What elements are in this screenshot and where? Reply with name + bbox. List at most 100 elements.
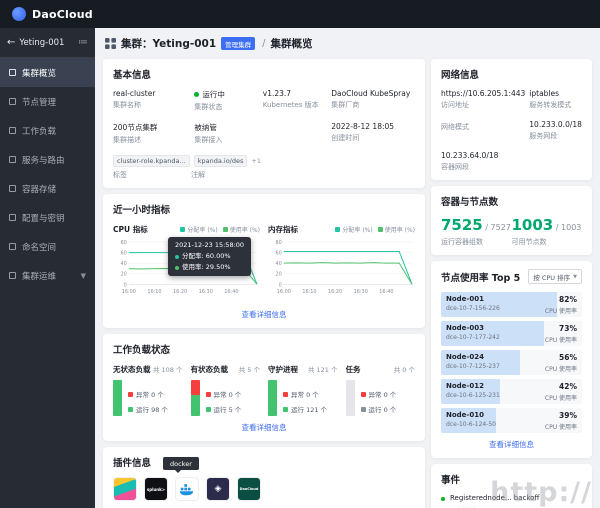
svg-text:16:30: 16:30 — [354, 289, 368, 295]
workload-status-card: 工作负载状态 无状态负载共 108 个异常 0 个运行 98 个有状态负载共 5… — [103, 334, 425, 441]
sidebar-item-label: 节点管理 — [22, 96, 56, 108]
memory-chart[interactable]: 内存指标分配率 (%)使用率 (%)02040608016:0016:1016:… — [268, 224, 415, 303]
count-label: 运行容器组数 — [441, 237, 512, 247]
sidebar-item[interactable]: 集群概览 — [0, 58, 95, 87]
node-usage-row[interactable]: Node-010dce-10-6-124-5039%CPU 使用率 — [441, 408, 582, 433]
workload-stat: 异常 0 个 — [283, 389, 327, 399]
sort-select[interactable]: 按 CPU 排序 ▼ — [528, 269, 582, 284]
workload-total: 共 108 个 — [153, 364, 183, 374]
node-name: Node-010 — [446, 411, 496, 419]
tag-chip: cluster-role.kpanda... — [113, 155, 190, 167]
info-cell: DaoCloud KubeSpray集群厂商 — [331, 89, 415, 112]
docker-plugin-icon[interactable] — [175, 477, 199, 501]
node-usage-pct: 73% — [545, 324, 577, 333]
info-cell: iptables服务转发模式 — [529, 89, 582, 110]
top5-detail-link[interactable]: 查看详细信息 — [441, 439, 582, 450]
chart-header: 内存指标分配率 (%)使用率 (%) — [268, 224, 415, 235]
info-label: 访问地址 — [441, 100, 525, 110]
node-usage-pct: 82% — [545, 295, 577, 304]
sidebar: ← Yeting-001 ≔ 集群概览节点管理工作负载服务与路由容器存储配置与密… — [0, 28, 95, 508]
status-dot — [206, 407, 211, 412]
sidebar-item[interactable]: 服务与路由 — [0, 145, 95, 174]
workload-bar — [268, 380, 277, 416]
breadcrumb-current: 集群概览 — [271, 36, 313, 51]
tag-chip: kpanda.io/des — [194, 155, 248, 167]
sort-select-value: 按 CPU 排序 — [533, 272, 570, 282]
chart-tooltip: 2021-12-23 15:58:00分配率: 60.00%使用率: 29.50… — [168, 237, 251, 276]
info-label: 集群名称 — [113, 100, 190, 110]
elastic-plugin-icon[interactable] — [113, 477, 137, 501]
managed-cluster-badge: 管理集群 — [221, 37, 255, 50]
sidebar-item[interactable]: 命名空间 — [0, 232, 95, 261]
tooltip-row: 使用率: 29.50% — [175, 262, 244, 273]
info-label: 集群描述 — [113, 135, 190, 145]
legend-item: 使用率 (%) — [223, 225, 260, 234]
info-cell: 被纳管集群接入 — [194, 122, 258, 145]
workload-stat: 运行 0 个 — [361, 404, 397, 414]
main-content: 集群：Yeting-001 管理集群 / 集群概览 基本信息 real-clus… — [95, 28, 600, 508]
cluster-icon — [105, 38, 116, 49]
sidebar-item[interactable]: 配置与密钥 — [0, 203, 95, 232]
info-value: 200节点集群 — [113, 122, 190, 133]
splunk-plugin-icon[interactable]: splunk> — [144, 477, 168, 501]
counts-row: 7525 / 7527运行容器组数1003 / 1003可用节点数 — [441, 216, 582, 247]
node-ip: dce-10-6-125-231 — [446, 392, 500, 399]
info-cell: real-cluster集群名称 — [113, 89, 190, 112]
brand-name: DaoCloud — [32, 8, 93, 21]
sidebar-item[interactable]: 容器存储 — [0, 174, 95, 203]
card-title: 基本信息 — [113, 67, 415, 81]
daocloud-logo-icon — [12, 7, 26, 21]
info-label: 集群状态 — [194, 102, 258, 112]
topbar: DaoCloud — [0, 0, 600, 28]
node-usage-pct: 39% — [545, 411, 577, 420]
info-cell: 10.233.0.0/18服务网段 — [529, 120, 582, 141]
workload-detail-link[interactable]: 查看详细信息 — [113, 422, 415, 433]
workload-name: 守护进程 — [268, 364, 298, 375]
network-info-card: 网络信息 https://10.6.205.1:443访问地址iptables服… — [431, 59, 592, 180]
sidebar-item[interactable]: 工作负载 — [0, 116, 95, 145]
node-usage-row[interactable]: Node-024dce-10-7-125-23756%CPU 使用率 — [441, 350, 582, 375]
info-cell: v1.23.7Kubernetes 版本 — [263, 89, 327, 112]
plugins-card: 插件信息 splunk>◈DaoClouddocker 查看详细信息 — [103, 447, 425, 508]
sidebar-item-label: 命名空间 — [22, 241, 56, 253]
sidebar-collapse-icon[interactable]: ≔ — [78, 37, 88, 48]
tags-label: 标签 — [113, 170, 127, 180]
workload-grid: 无状态负载共 108 个异常 0 个运行 98 个有状态负载共 5 个异常 0 … — [113, 364, 415, 416]
info-label: 集群接入 — [194, 135, 258, 145]
tags-more-count: +1 — [251, 157, 261, 165]
node-name: Node-003 — [446, 324, 500, 332]
sidebar-item[interactable]: 集群运维▼ — [0, 261, 95, 290]
annotations-label: 注解 — [191, 170, 205, 180]
chart-legend: 分配率 (%) 使用率 (%) — [180, 225, 260, 234]
menu-item-icon — [9, 272, 16, 279]
status-dot — [361, 392, 366, 397]
node-usage-row[interactable]: Node-003dce-10-7-177-24273%CPU 使用率 — [441, 321, 582, 346]
dark-plugin-icon[interactable]: ◈ — [206, 477, 230, 501]
sidebar-item[interactable]: 节点管理 — [0, 87, 95, 116]
chart-title: CPU 指标 — [113, 224, 148, 235]
count-number: 1003 — [512, 216, 554, 234]
right-column: 网络信息 https://10.6.205.1:443访问地址iptables服… — [431, 59, 592, 508]
node-ip: dce-10-6-124-50 — [446, 421, 496, 428]
workload-stat: 异常 0 个 — [206, 389, 242, 399]
daocloud-plugin-icon[interactable]: DaoCloud — [237, 477, 261, 501]
svg-text:60: 60 — [276, 251, 282, 257]
line-chart-plot[interactable]: 02040608016:0016:1016:2016:3016:40 — [268, 237, 415, 300]
menu-item-icon — [9, 69, 16, 76]
workload-head: 无状态负载共 108 个 — [113, 364, 183, 375]
metrics-detail-link[interactable]: 查看详细信息 — [113, 309, 415, 320]
node-usage-row[interactable]: Node-012dce-10-6-125-23142%CPU 使用率 — [441, 379, 582, 404]
chart-header: CPU 指标 分配率 (%) 使用率 (%) — [113, 224, 260, 235]
menu-item-icon — [9, 185, 16, 192]
cpu-chart[interactable]: CPU 指标分配率 (%)使用率 (%)02040608016:0016:101… — [113, 224, 260, 303]
back-arrow-icon[interactable]: ← — [7, 37, 15, 48]
legend-item: 分配率 (%) — [180, 225, 217, 234]
node-usage-row[interactable]: Node-001dce-10-7-156-22682%CPU 使用率 — [441, 292, 582, 317]
menu-item-icon — [9, 243, 16, 250]
count-stat: 7525 / 7527运行容器组数 — [441, 216, 512, 247]
legend-item: 使用率 (%) — [378, 225, 415, 234]
svg-text:16:10: 16:10 — [147, 289, 161, 295]
sidebar-cluster-name: Yeting-001 — [19, 38, 74, 48]
info-value: 运行中 — [194, 89, 258, 100]
svg-text:80: 80 — [276, 240, 282, 246]
